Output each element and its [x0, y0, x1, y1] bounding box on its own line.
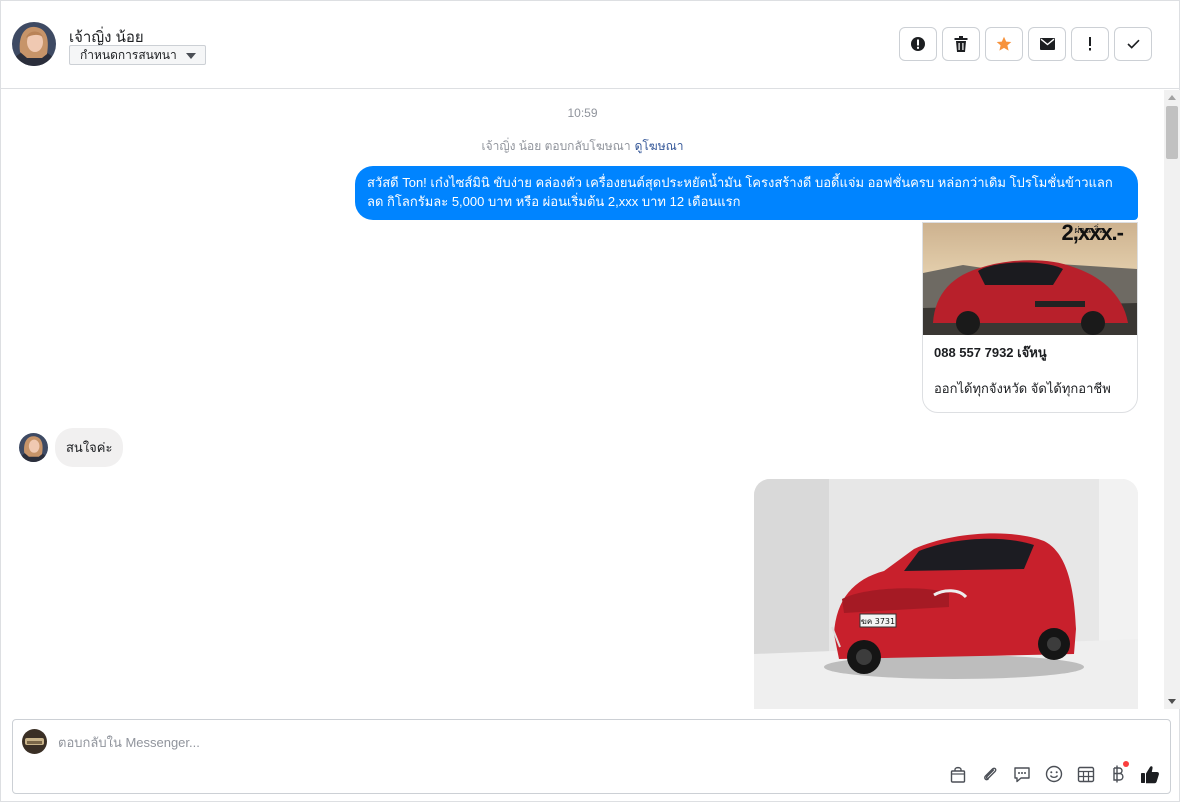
ad-card-subtitle: ออกได้ทุกจังหวัด จัดได้ทุกอาชีพ — [934, 381, 1111, 396]
mark-done-button[interactable] — [1114, 27, 1152, 61]
conversation-label-dropdown[interactable]: กำหนดการสนทนา — [69, 45, 206, 65]
outgoing-message-bubble: สวัสดี Ton! เก๋งไซส์มินิ ขับง่าย คล่องตั… — [355, 166, 1138, 220]
shopping-bag-icon[interactable] — [948, 763, 968, 785]
plate-text: ฆค 3731 — [861, 617, 895, 626]
contact-avatar[interactable] — [12, 22, 56, 66]
inbox-conversation-panel: เจ้าญิ่ง น้อย กำหนดการสนทนา 10:59 เจ้าญิ… — [0, 0, 1180, 802]
ad-card-title: 088 557 7932 เจ๊หนู — [934, 345, 1047, 360]
sender-avatar[interactable] — [19, 433, 48, 462]
composer-toolbar — [948, 761, 1160, 785]
scroll-down-arrow-icon[interactable] — [1168, 699, 1176, 704]
timestamp-separator: 10:59 — [567, 106, 598, 120]
ad-reply-note-text: เจ้าญิ่ง น้อย ตอบกลับโฆษณา — [481, 139, 631, 153]
message-thread[interactable]: 10:59 เจ้าญิ่ง น้อย ตอบกลับโฆษณา ดูโฆษณา … — [1, 90, 1164, 709]
incoming-message-row: สนใจค่ะ — [19, 428, 124, 467]
page-avatar — [22, 729, 47, 754]
message-composer — [12, 719, 1171, 794]
paperclip-icon[interactable] — [980, 763, 1000, 785]
ad-card-overlay-price: 2,xxx.- — [1061, 223, 1124, 245]
mark-unread-button[interactable] — [1028, 27, 1066, 61]
emoji-icon[interactable] — [1044, 763, 1064, 785]
label-dropdown-text: กำหนดการสนทนา — [80, 48, 177, 62]
scrollbar-thumb[interactable] — [1166, 106, 1178, 159]
follow-up-button[interactable] — [1071, 27, 1109, 61]
ad-reply-note: เจ้าญิ่ง น้อย ตอบกลับโฆษณา ดูโฆษณา — [1, 137, 1164, 156]
notification-dot — [1123, 761, 1129, 767]
exclamation-icon — [1089, 37, 1091, 51]
check-icon — [1126, 39, 1140, 49]
alert-circle-icon — [911, 37, 925, 51]
delete-button[interactable] — [942, 27, 980, 61]
car-photo-attachment[interactable]: ฆค 3731 — [754, 479, 1138, 709]
thread-scrollbar[interactable] — [1164, 90, 1180, 709]
reply-input[interactable] — [58, 730, 1058, 754]
envelope-icon — [1039, 38, 1055, 50]
appointment-icon[interactable] — [1076, 763, 1096, 785]
star-button[interactable] — [985, 27, 1023, 61]
ad-card-image: ผ่อนเริ่ม 2,xxx.- — [923, 223, 1137, 335]
saved-reply-icon[interactable] — [1012, 763, 1032, 785]
mark-spam-button[interactable] — [899, 27, 937, 61]
view-ad-link[interactable]: ดูโฆษณา — [635, 139, 684, 153]
scroll-up-arrow-icon[interactable] — [1168, 95, 1176, 100]
trash-icon — [954, 36, 968, 52]
baht-icon[interactable] — [1108, 761, 1129, 785]
incoming-message-bubble: สนใจค่ะ — [55, 428, 124, 467]
thumbs-up-icon[interactable] — [1140, 763, 1160, 785]
star-icon — [996, 36, 1012, 51]
ad-card[interactable]: ผ่อนเริ่ม 2,xxx.- 088 557 7932 เจ๊หนู ออ… — [922, 222, 1138, 413]
conversation-actions — [899, 27, 1152, 61]
conversation-header: เจ้าญิ่ง น้อย กำหนดการสนทนา — [1, 1, 1179, 89]
caret-down-icon — [185, 53, 196, 59]
